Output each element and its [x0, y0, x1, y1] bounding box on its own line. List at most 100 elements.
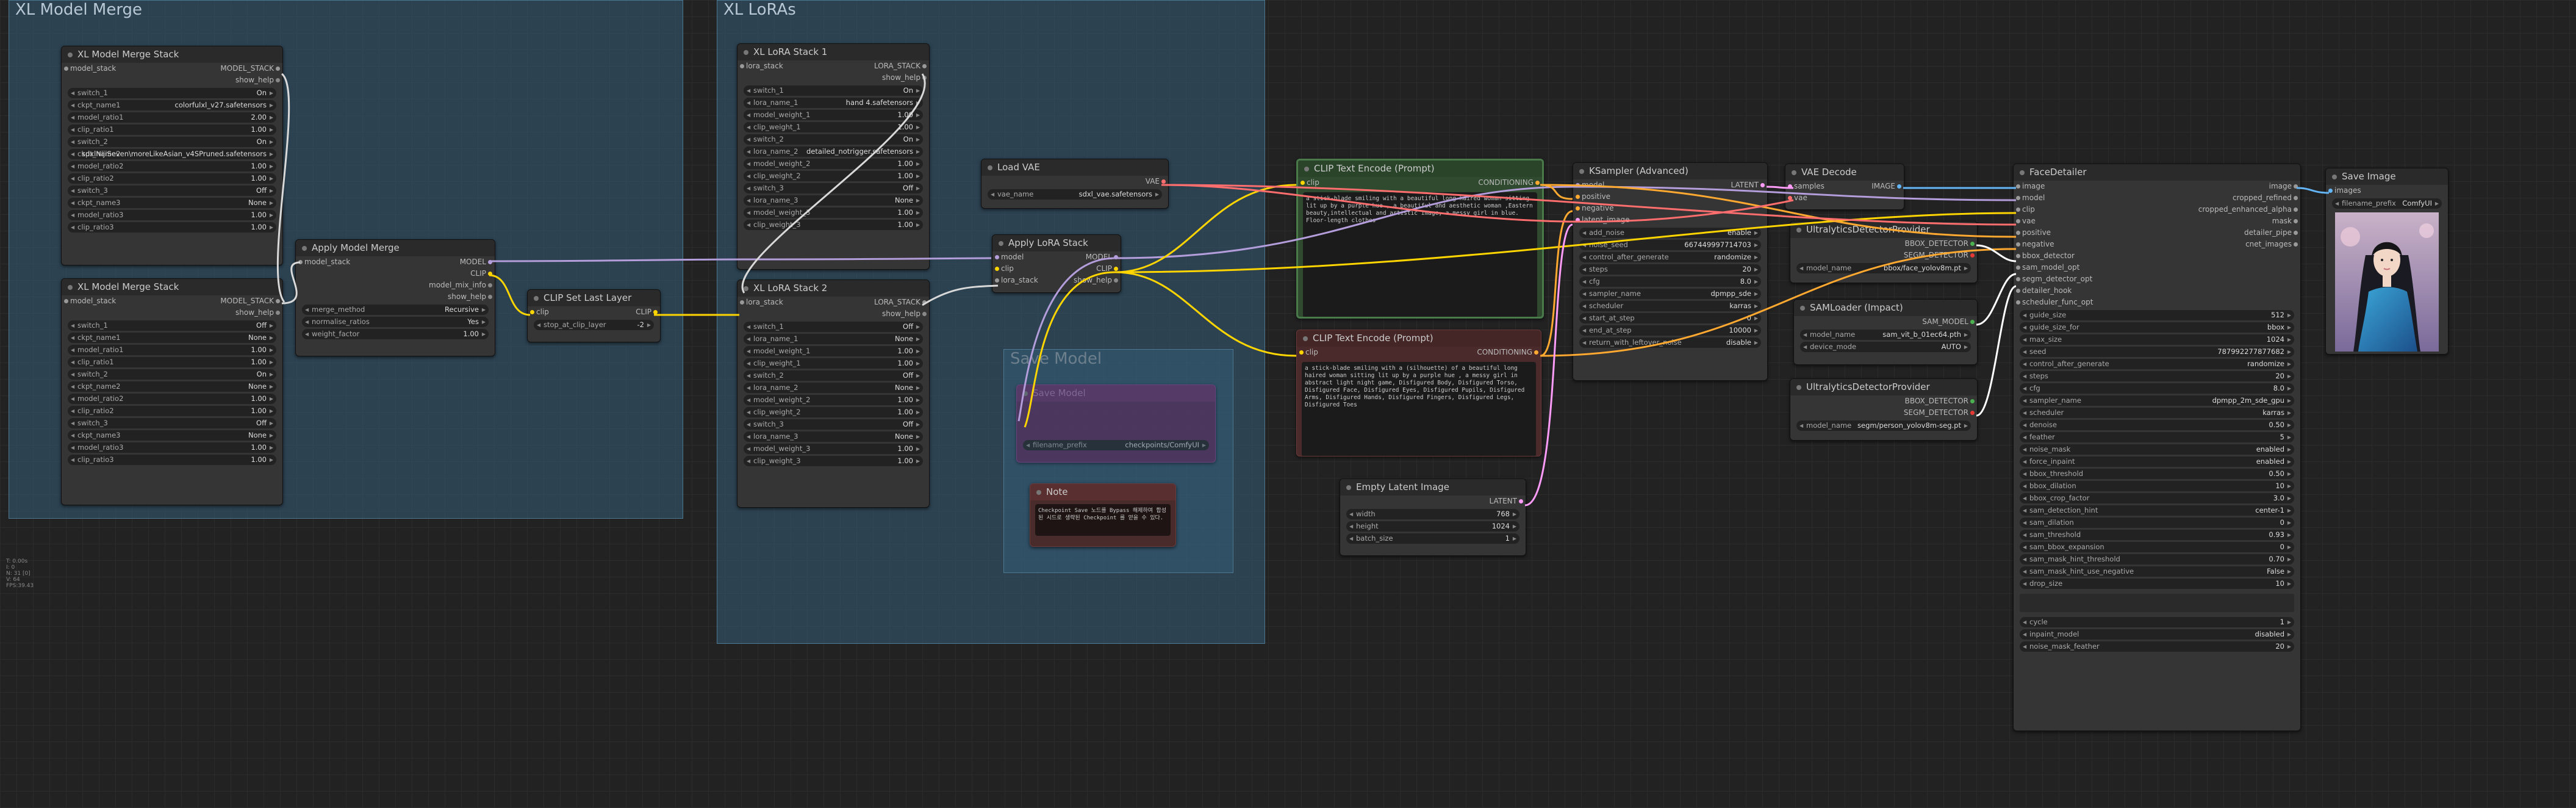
input-images[interactable]: images: [2328, 185, 2361, 197]
output-model[interactable]: MODEL: [460, 256, 493, 268]
widget-switch-3[interactable]: switch_3 Off: [744, 183, 923, 193]
output-bbox-detector[interactable]: BBOX_DETECTOR: [1905, 238, 1975, 250]
widget-denoise[interactable]: denoise 0.50: [2020, 420, 2294, 430]
widget-switch-1[interactable]: switch_1 On: [68, 88, 276, 98]
widget-seed[interactable]: seed 787992277877682: [2020, 347, 2294, 357]
widget-ckpt-name3[interactable]: ckpt_name3 None: [68, 198, 276, 208]
widget-start-at-step[interactable]: start_at_step 0: [1579, 313, 1761, 323]
input-model[interactable]: model: [994, 251, 1024, 263]
node-title[interactable]: XL LoRA Stack 1: [737, 44, 929, 60]
output-show-help[interactable]: show_help: [882, 72, 927, 84]
node-clip-set-last-layer[interactable]: CLIP Set Last Layer clip CLIP stop_at_cli…: [527, 289, 661, 342]
node-title[interactable]: CLIP Set Last Layer: [528, 290, 660, 306]
widget-lora-name-1[interactable]: lora_name_1 None: [744, 334, 923, 344]
widget-sam-dilation[interactable]: sam_dilation 0: [2020, 518, 2294, 528]
output-mask[interactable]: mask: [2272, 215, 2298, 227]
input-scheduler-func-opt[interactable]: scheduler_func_opt: [2015, 297, 2093, 308]
widget-sam-mask-hint-use-negative[interactable]: sam_mask_hint_use_negative False: [2020, 566, 2294, 577]
widget-clip-weight-3[interactable]: clip_weight_3 1.00: [744, 456, 923, 466]
widget-model-weight-2[interactable]: model_weight_2 1.00: [744, 395, 923, 405]
input-lora-stack[interactable]: lora_stack: [995, 275, 1038, 286]
output-bbox-detector[interactable]: BBOX_DETECTOR: [1905, 395, 1975, 407]
widget-noise-mask-feather[interactable]: noise_mask_feather 20: [2020, 641, 2294, 652]
widget-vae-name[interactable]: vae_name sdxl_vae.safetensors: [988, 189, 1162, 200]
widget-control-after-generate[interactable]: control_after_generate randomize: [1579, 252, 1761, 262]
widget-clip-ratio1[interactable]: clip_ratio1 1.00: [68, 357, 276, 367]
node-title[interactable]: Load VAE: [981, 159, 1168, 176]
node-clip-text-encode-negative[interactable]: CLIP Text Encode (Prompt) clip CONDITIONI…: [1296, 330, 1541, 456]
widget-ckpt-name1[interactable]: ckpt_name1 None: [68, 333, 276, 343]
widget-ckpt-name2[interactable]: ckpt_name2sdxlNijiSeven\moreLikeAsian_v4…: [68, 149, 276, 159]
widget-lora-name-2[interactable]: lora_name_2 None: [744, 383, 923, 393]
input-model-stack[interactable]: model_stack: [63, 63, 116, 74]
widget-ckpt-name2[interactable]: ckpt_name2 None: [68, 381, 276, 392]
input-segm-detector-opt[interactable]: segm_detector_opt: [2015, 273, 2092, 285]
node-title[interactable]: UltralyticsDetectorProvider: [1790, 222, 1977, 238]
output-conditioning[interactable]: CONDITIONING: [1477, 347, 1538, 358]
node-title[interactable]: Empty Latent Image: [1340, 479, 1526, 496]
output-detailer-pipe[interactable]: detailer_pipe: [2244, 227, 2298, 239]
widget-scheduler[interactable]: scheduler karras: [1579, 301, 1761, 311]
widget-device-mode[interactable]: device_mode AUTO: [1800, 342, 1971, 352]
widget-width[interactable]: width 768: [1346, 509, 1519, 519]
widget-end-at-step[interactable]: end_at_step 10000: [1579, 325, 1761, 336]
output-show-help[interactable]: show_help: [235, 307, 280, 319]
output-lora-stack[interactable]: LORA_STACK: [874, 60, 927, 72]
widget-force-inpaint[interactable]: force_inpaint enabled: [2020, 456, 2294, 467]
input-model-stack[interactable]: model_stack: [63, 295, 116, 307]
widget-sam-threshold[interactable]: sam_threshold 0.93: [2020, 530, 2294, 540]
node-title[interactable]: Note: [1030, 484, 1175, 500]
widget-clip-weight-2[interactable]: clip_weight_2 1.00: [744, 407, 923, 417]
input-negative[interactable]: negative: [2015, 239, 2054, 250]
widget-sam-mask-hint-threshold[interactable]: sam_mask_hint_threshold 0.70: [2020, 554, 2294, 565]
input-positive[interactable]: positive: [1575, 191, 1610, 203]
output-image[interactable]: IMAGE: [1871, 181, 1901, 192]
input-clip[interactable]: clip: [530, 306, 549, 318]
output-show-help[interactable]: show_help: [1074, 275, 1118, 286]
widget-model-ratio2[interactable]: model_ratio2 1.00: [68, 394, 276, 404]
widget-ckpt-name3[interactable]: ckpt_name3 None: [68, 430, 276, 441]
widget-guide-size[interactable]: guide_size 512: [2020, 310, 2294, 320]
output-model[interactable]: MODEL: [1086, 251, 1119, 263]
widget-stop-at-clip-layer[interactable]: stop_at_clip_layer -2: [534, 320, 654, 330]
widget-model-weight-3[interactable]: model_weight_3 1.00: [744, 444, 923, 454]
widget-merge-method[interactable]: merge_method Recursive: [302, 305, 489, 315]
widget-steps[interactable]: steps 20: [1579, 264, 1761, 275]
node-clip-text-encode-positive[interactable]: CLIP Text Encode (Prompt) clip CONDITIONI…: [1296, 159, 1544, 319]
input-bbox-detector[interactable]: bbox_detector: [2016, 250, 2075, 262]
widget-model-ratio1[interactable]: model_ratio1 2.00: [68, 112, 276, 123]
input-clip[interactable]: clip: [2016, 204, 2035, 215]
node-load-vae[interactable]: Load VAE VAE vae_name sdxl_vae.safetensor…: [981, 159, 1169, 209]
output-segm-detector[interactable]: SEGM_DETECTOR: [1904, 407, 1975, 419]
widget-clip-weight-1[interactable]: clip_weight_1 1.00: [744, 122, 923, 132]
input-vae[interactable]: vae: [1788, 192, 1807, 204]
output-image[interactable]: image: [2269, 181, 2298, 192]
input-vae[interactable]: vae: [2016, 215, 2036, 227]
widget-lora-name-2[interactable]: lora_name_2 detailed_notrigger.safetensor…: [744, 146, 923, 157]
widget-max-size[interactable]: max_size 1024: [2020, 334, 2294, 345]
widget-switch-2[interactable]: switch_2 On: [68, 137, 276, 147]
widget-switch-3[interactable]: switch_3 Off: [68, 186, 276, 196]
output-show-help[interactable]: show_help: [882, 308, 927, 320]
widget-cycle[interactable]: cycle 1: [2020, 617, 2294, 627]
output-lora-stack[interactable]: LORA_STACK: [874, 297, 927, 308]
widget-cfg[interactable]: cfg 8.0: [1579, 276, 1761, 287]
node-title[interactable]: FaceDetailer: [2014, 164, 2300, 181]
widget-bbox-crop-factor[interactable]: bbox_crop_factor 3.0: [2020, 493, 2294, 503]
widget-normalise-ratios[interactable]: normalise_ratios Yes: [302, 317, 489, 327]
widget-model-weight-1[interactable]: model_weight_1 1.00: [744, 346, 923, 356]
node-title[interactable]: SAMLoader (Impact): [1794, 300, 1977, 316]
output-conditioning[interactable]: CONDITIONING: [1478, 177, 1540, 189]
input-lora-stack[interactable]: lora_stack: [740, 60, 783, 72]
widget-control-after-generate[interactable]: control_after_generate randomize: [2020, 359, 2294, 369]
node-empty-latent-image[interactable]: Empty Latent Image LATENT width 768 height…: [1340, 478, 1526, 556]
output-latent[interactable]: LATENT: [1731, 179, 1765, 191]
input-sam-model-opt[interactable]: sam_model_opt: [2015, 262, 2079, 273]
widget-feather[interactable]: feather 5: [2020, 432, 2294, 442]
node-model-merge-stack-2[interactable]: XL Model Merge Stack model_stack MODEL_ST…: [61, 278, 283, 505]
input-image[interactable]: image: [2015, 181, 2045, 192]
input-lora-stack[interactable]: lora_stack: [740, 297, 783, 308]
widget-model-ratio2[interactable]: model_ratio2 1.00: [68, 161, 276, 171]
widget-model-weight-3[interactable]: model_weight_3 1.00: [744, 207, 923, 218]
node-title[interactable]: UltralyticsDetectorProvider: [1790, 379, 1977, 395]
